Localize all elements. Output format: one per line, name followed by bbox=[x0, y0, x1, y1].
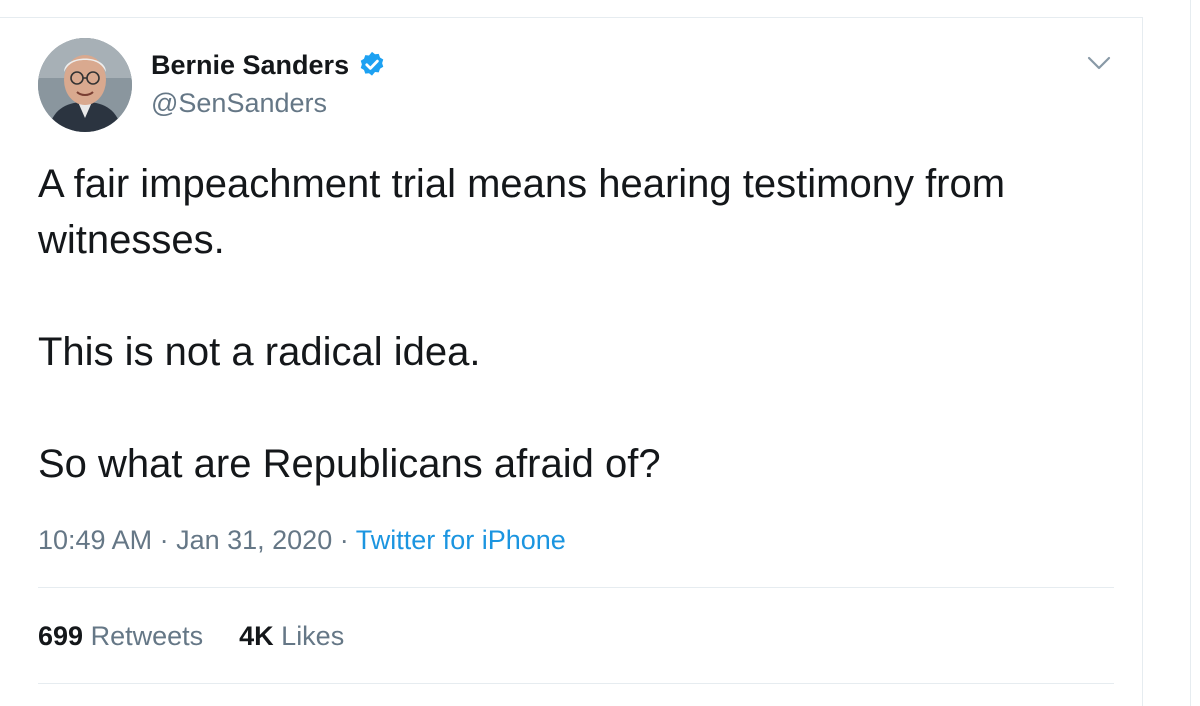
avatar[interactable] bbox=[38, 38, 132, 132]
tweet-line: witnesses. bbox=[38, 218, 225, 262]
tweet-source-link[interactable]: Twitter for iPhone bbox=[356, 525, 566, 555]
tweet-text: A fair impeachment trial means hearing t… bbox=[38, 156, 1118, 492]
meta-separator: · bbox=[152, 525, 177, 555]
tweet-time[interactable]: 10:49 AM bbox=[38, 525, 152, 555]
tweet-date[interactable]: Jan 31, 2020 bbox=[176, 525, 332, 555]
tweet-line: A fair impeachment trial means hearing t… bbox=[38, 162, 1006, 206]
likes-count: 4K bbox=[239, 621, 274, 651]
tweet-meta: 10:49 AM · Jan 31, 2020 · Twitter for iP… bbox=[38, 522, 566, 558]
meta-separator: · bbox=[332, 525, 356, 555]
author-name-row[interactable]: Bernie Sanders bbox=[151, 48, 387, 82]
tweet-stats: 699 Retweets 4K Likes bbox=[38, 618, 344, 654]
page: Bernie Sanders @SenSanders A fair impeac… bbox=[0, 0, 1200, 706]
author-display-name[interactable]: Bernie Sanders bbox=[151, 48, 349, 82]
tweet-line: So what are Republicans afraid of? bbox=[38, 442, 661, 486]
tweet-line: This is not a radical idea. bbox=[38, 330, 481, 374]
retweets-count: 699 bbox=[38, 621, 84, 651]
scroll-edge bbox=[1190, 0, 1191, 706]
retweets-label: Retweets bbox=[90, 621, 204, 651]
likes-label: Likes bbox=[281, 621, 345, 651]
author-handle[interactable]: @SenSanders bbox=[151, 86, 327, 120]
divider bbox=[38, 683, 1114, 684]
avatar-photo-icon bbox=[38, 38, 132, 132]
divider bbox=[38, 587, 1114, 588]
verified-badge-icon bbox=[357, 50, 387, 80]
chevron-down-icon[interactable] bbox=[1084, 50, 1114, 76]
likes-stat[interactable]: 4K Likes bbox=[239, 618, 344, 654]
retweets-stat[interactable]: 699 Retweets bbox=[38, 618, 203, 654]
